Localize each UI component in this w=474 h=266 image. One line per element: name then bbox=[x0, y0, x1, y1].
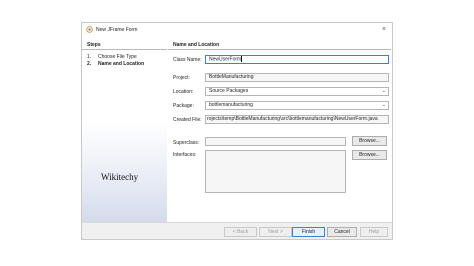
location-dropdown[interactable]: Source Packages ⌄ bbox=[205, 87, 389, 96]
superclass-label: Superclass: bbox=[173, 140, 200, 146]
button-bar: < Back Next > Finish Cancel Help bbox=[82, 223, 392, 239]
window-title: New JFrame Form bbox=[96, 27, 138, 33]
chevron-down-icon: ⌄ bbox=[381, 88, 386, 94]
next-button[interactable]: Next > bbox=[259, 227, 292, 237]
cancel-button[interactable]: Cancel bbox=[327, 227, 357, 237]
step-number: 1. bbox=[87, 54, 92, 60]
package-label: Package: bbox=[173, 103, 194, 109]
finish-button[interactable]: Finish bbox=[292, 227, 325, 237]
step-label: Name and Location bbox=[98, 61, 145, 67]
class-name-value: NewUserForm bbox=[209, 56, 242, 63]
content-divider bbox=[168, 49, 391, 50]
package-value: bottlemanufacturing bbox=[209, 102, 253, 108]
class-name-input[interactable]: NewUserForm bbox=[205, 55, 389, 64]
steps-divider bbox=[82, 49, 167, 50]
superclass-browse-button[interactable]: Browse... bbox=[352, 136, 387, 146]
project-label: Project: bbox=[173, 75, 190, 81]
steps-panel: Steps 1. Choose File Type 2. Name and Loca… bbox=[82, 40, 167, 222]
interfaces-browse-button[interactable]: Browse... bbox=[352, 150, 387, 160]
chevron-down-icon: ⌄ bbox=[381, 102, 386, 108]
step-number: 2. bbox=[87, 61, 92, 67]
interfaces-list[interactable] bbox=[205, 150, 346, 193]
help-button[interactable]: Help bbox=[360, 227, 388, 237]
content-heading: Name and Location bbox=[173, 42, 220, 48]
new-jframe-form-dialog: New JFrame Form × Steps 1. Choose File Ty… bbox=[81, 22, 393, 240]
location-value: Source Packages bbox=[209, 88, 249, 94]
brand-watermark: Wikitechy bbox=[101, 172, 139, 182]
project-field: BottleManufacturing bbox=[205, 73, 389, 82]
created-file-field: rojects\temp\BottleManufacturing\src\bot… bbox=[205, 115, 389, 124]
text-caret bbox=[241, 56, 243, 62]
step-name-and-location: 2. Name and Location bbox=[87, 61, 144, 67]
step-label: Choose File Type bbox=[98, 54, 137, 60]
package-dropdown[interactable]: bottlemanufacturing ⌄ bbox=[205, 101, 389, 110]
netbeans-app-icon bbox=[86, 26, 93, 33]
interfaces-label: Interfaces: bbox=[173, 152, 197, 158]
title-bar: New JFrame Form × bbox=[82, 23, 392, 38]
steps-heading: Steps bbox=[87, 42, 101, 48]
class-name-label: Class Name: bbox=[173, 57, 202, 63]
back-button[interactable]: < Back bbox=[224, 227, 257, 237]
step-choose-file-type: 1. Choose File Type bbox=[87, 54, 137, 60]
created-file-label: Created File: bbox=[173, 117, 202, 123]
location-label: Location: bbox=[173, 89, 194, 95]
close-icon[interactable]: × bbox=[382, 25, 386, 34]
superclass-field bbox=[205, 137, 346, 146]
